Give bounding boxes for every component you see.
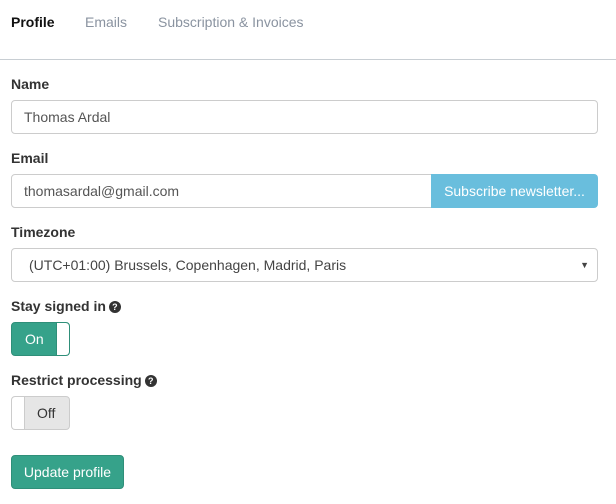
toggle-state-text: Off [37,405,56,421]
question-circle-icon[interactable]: ? [108,301,121,313]
stay-signed-in-text: Stay signed in [11,298,106,314]
timezone-selected-value: (UTC+01:00) Brussels, Copenhagen, Madrid… [29,257,347,273]
restrict-processing-label: Restrict processing? [11,372,157,388]
tab-bar: Profile Emails Subscription & Invoices [0,0,616,60]
timezone-label: Timezone [11,224,76,240]
email-label: Email [11,150,49,166]
name-field[interactable]: Thomas Ardal [11,100,598,134]
toggle-knob [56,323,69,355]
question-circle-icon[interactable]: ? [144,375,157,387]
tab-emails[interactable]: Emails [85,14,127,30]
timezone-select[interactable]: (UTC+01:00) Brussels, Copenhagen, Madrid… [11,248,598,282]
name-label: Name [11,76,50,92]
update-profile-button[interactable]: Update profile [11,455,124,489]
tab-profile[interactable]: Profile [11,14,55,30]
toggle-knob [12,397,25,429]
stay-signed-in-toggle[interactable]: On [11,322,70,356]
subscribe-newsletter-button[interactable]: Subscribe newsletter... [431,174,598,208]
stay-signed-in-label: Stay signed in? [11,298,121,314]
restrict-processing-toggle[interactable]: Off [11,396,70,430]
toggle-state-text: On [25,331,44,347]
restrict-processing-text: Restrict processing [11,372,142,388]
caret-down-icon: ▼ [580,260,589,270]
tab-subscription-invoices[interactable]: Subscription & Invoices [158,14,304,30]
email-field[interactable]: thomasardal@gmail.com [11,174,432,208]
